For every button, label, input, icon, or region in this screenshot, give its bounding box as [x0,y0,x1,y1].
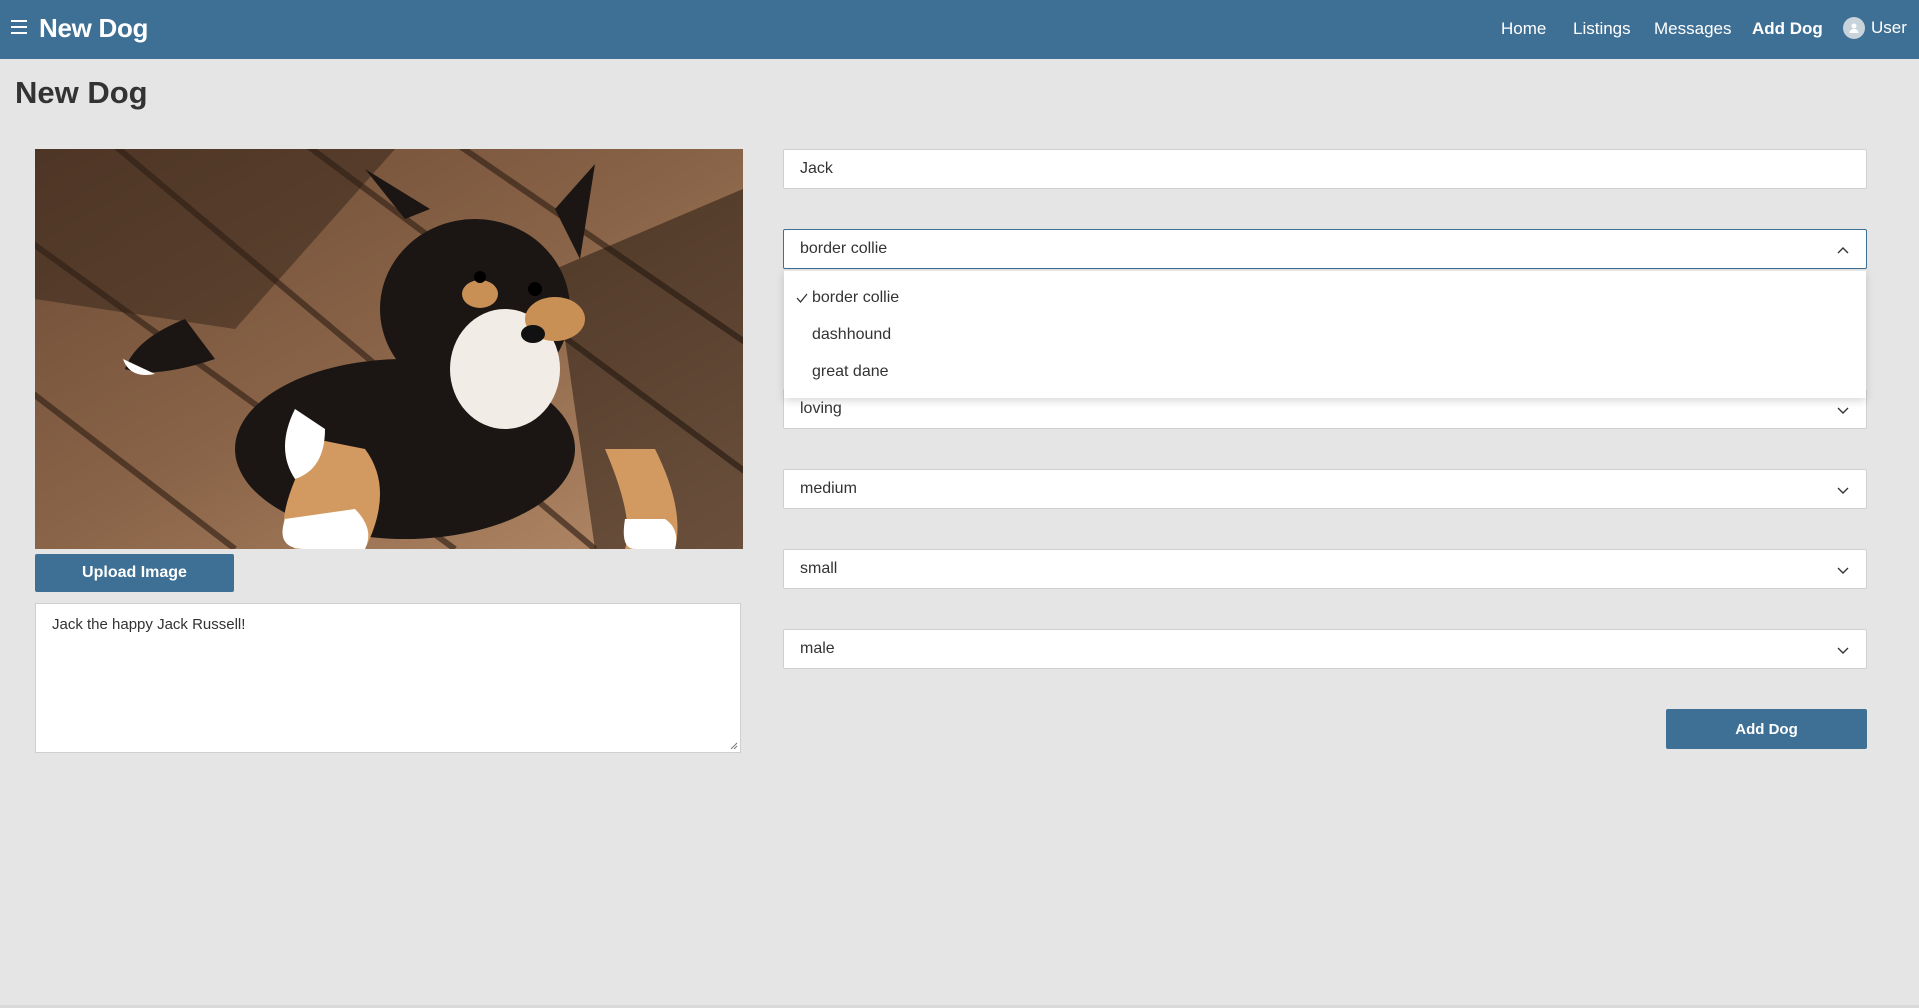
app-brand[interactable]: New Dog [39,13,148,44]
nav-home[interactable]: Home [1501,19,1546,39]
description-text: Jack the happy Jack Russell! [52,616,246,633]
breed-select[interactable]: border collie [783,229,1867,269]
user-avatar-icon [1843,17,1865,39]
top-navbar: New Dog Home Listings Messages Add Dog U… [0,0,1919,59]
sex-select-value: male [800,640,835,657]
breed-option[interactable]: great dane [812,363,889,381]
breed-option[interactable]: border collie [812,289,899,307]
chevron-down-icon [1837,647,1849,654]
chevron-down-icon [1837,407,1849,414]
dog-name-value: Jack [800,160,833,177]
add-dog-button[interactable]: Add Dog [1666,709,1867,749]
check-icon [796,293,808,304]
size-select[interactable]: small [783,549,1867,589]
dog-photo [35,149,743,549]
user-menu[interactable]: User [1843,17,1907,39]
upload-image-button[interactable]: Upload Image [35,554,234,592]
dog-name-input[interactable]: Jack [783,149,1867,189]
breed-select-value: border collie [800,240,888,257]
description-textarea[interactable]: Jack the happy Jack Russell! [35,603,741,753]
nav-add-dog[interactable]: Add Dog [1752,19,1823,39]
resize-handle-icon[interactable] [730,742,738,750]
vertical-scrollbar[interactable] [1902,59,1919,1008]
hamburger-menu-icon[interactable] [11,20,27,36]
chevron-down-icon [1837,567,1849,574]
sex-select[interactable]: male [783,629,1867,669]
page-title: New Dog [15,75,148,110]
user-label: User [1871,18,1907,37]
nav-messages[interactable]: Messages [1654,19,1731,39]
energy-select[interactable]: medium [783,469,1867,509]
chevron-down-icon [1837,487,1849,494]
chevron-up-icon [1837,247,1849,254]
breed-option[interactable]: dashhound [812,326,891,344]
size-select-value: small [800,560,838,577]
breed-dropdown-list: border collie dashhound great dane [784,270,1866,398]
temperament-select-value: loving [800,400,842,417]
nav-listings[interactable]: Listings [1573,19,1631,39]
energy-select-value: medium [800,480,857,497]
